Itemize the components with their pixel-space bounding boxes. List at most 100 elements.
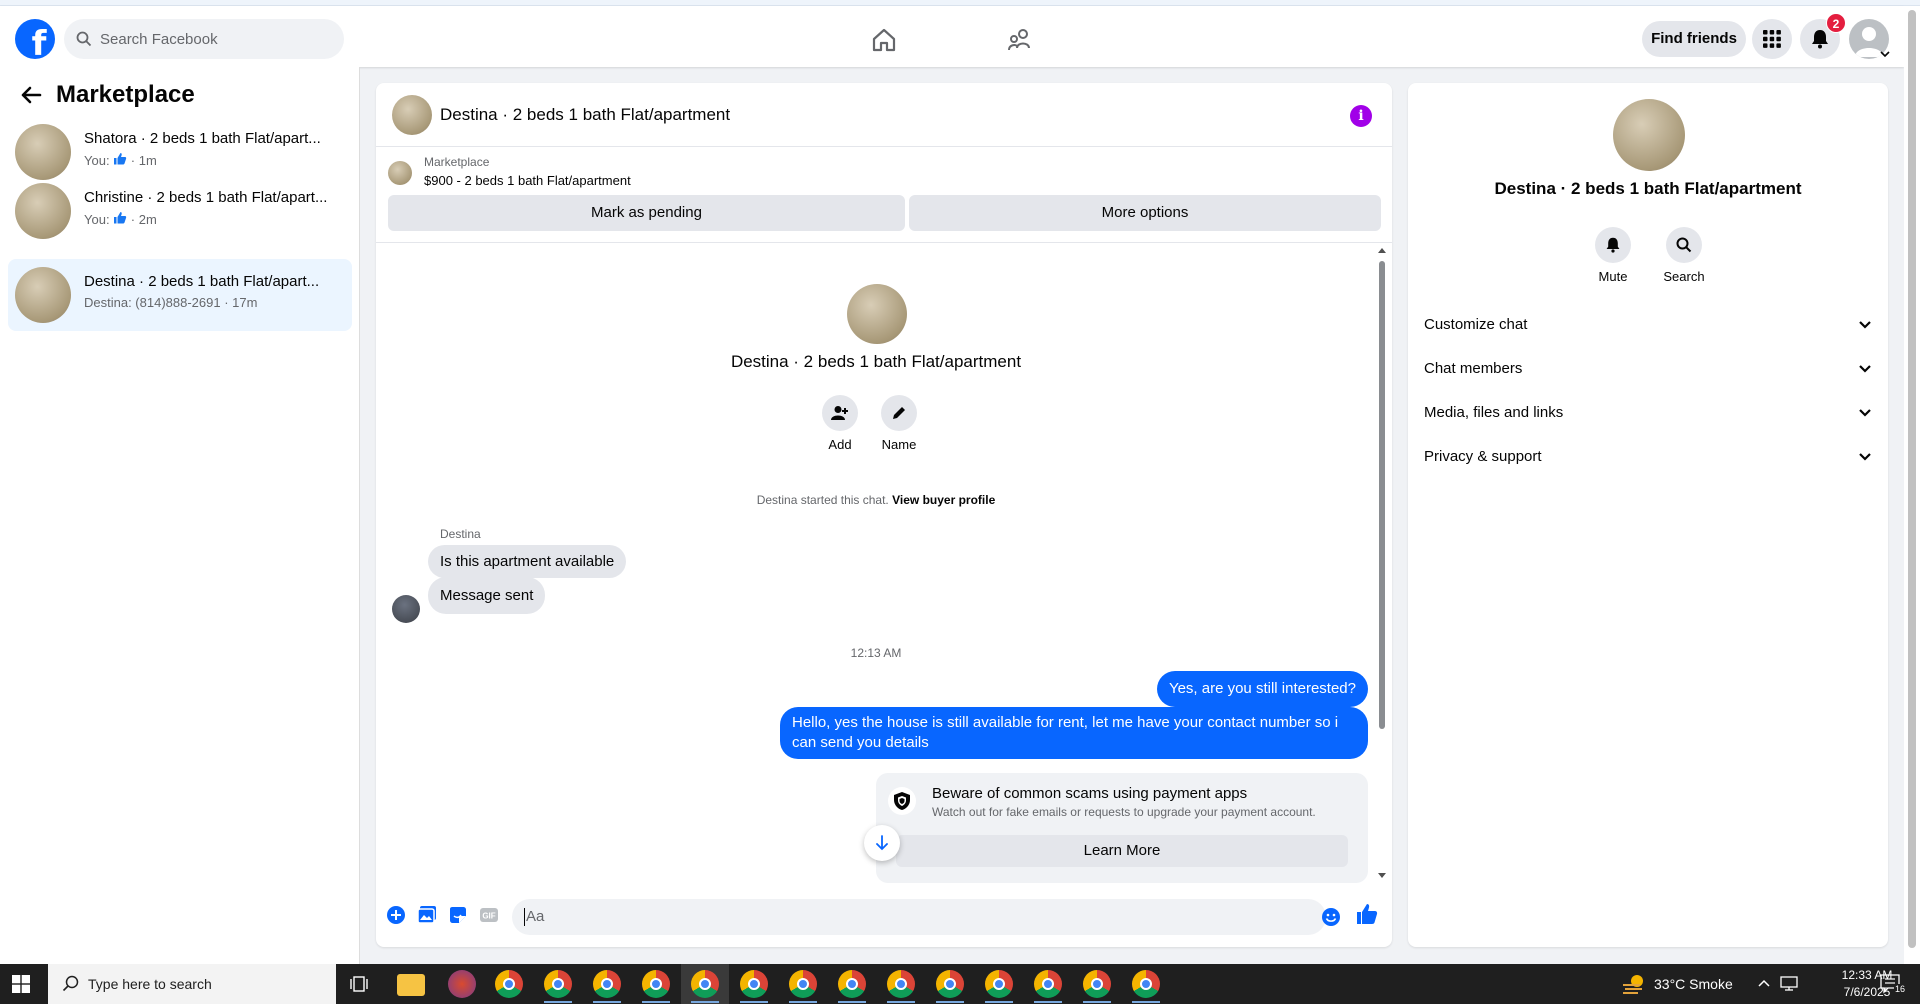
page-scrollbar-thumb[interactable] xyxy=(1908,10,1916,948)
outgoing-message[interactable]: Hello, yes the house is still available … xyxy=(780,707,1368,759)
section-label: Customize chat xyxy=(1424,316,1528,333)
snippet-time: · 17m xyxy=(220,295,258,310)
notification-badge: 2 xyxy=(1826,13,1846,33)
listing-price-title[interactable]: $900 - 2 beds 1 bath Flat/apartment xyxy=(424,173,631,188)
snippet-prefix: You: xyxy=(84,153,110,168)
file-explorer-icon[interactable] xyxy=(397,974,425,996)
chrome-icon[interactable] xyxy=(593,970,621,998)
add-people-action[interactable]: Add xyxy=(810,395,870,452)
conversation-item-active[interactable]: Destina · 2 beds 1 bath Flat/apart... De… xyxy=(8,259,352,331)
running-indicator xyxy=(789,1001,817,1003)
listing-banner: Marketplace $900 - 2 beds 1 bath Flat/ap… xyxy=(376,147,1392,243)
grid-menu-icon xyxy=(1763,30,1781,48)
running-indicator xyxy=(691,1001,719,1003)
section-label: Privacy & support xyxy=(1424,448,1542,465)
account-chevron-icon[interactable] xyxy=(1880,50,1890,58)
gif-icon[interactable]: GIF xyxy=(479,905,499,925)
chevron-up-icon[interactable] xyxy=(1758,979,1770,987)
windows-start-icon[interactable] xyxy=(12,975,30,993)
more-options-button[interactable]: More options xyxy=(909,195,1381,231)
bell-icon xyxy=(1606,237,1620,253)
outgoing-message[interactable]: Yes, are you still interested? xyxy=(1156,671,1368,707)
message-composer: GIF Aa xyxy=(376,883,1392,947)
running-indicator xyxy=(642,1001,670,1003)
chat-title[interactable]: Destina · 2 beds 1 bath Flat/apartment xyxy=(440,105,730,125)
chrome-icon[interactable] xyxy=(495,970,523,998)
search-conversation-action[interactable]: Search xyxy=(1649,227,1719,284)
search-facebook-input[interactable]: Search Facebook xyxy=(64,19,344,59)
find-friends-button[interactable]: Find friends xyxy=(1642,21,1746,57)
chrome-icon[interactable] xyxy=(642,970,670,998)
listing-thumbnail xyxy=(388,161,412,185)
chrome-icon[interactable] xyxy=(691,970,719,998)
running-indicator xyxy=(740,1001,768,1003)
edit-name-action[interactable]: Name xyxy=(869,395,929,452)
thumbs-up-icon xyxy=(114,153,127,165)
mark-as-pending-button[interactable]: Mark as pending xyxy=(388,195,905,231)
shield-icon xyxy=(894,792,910,810)
chrome-icon[interactable] xyxy=(1132,970,1160,998)
emoji-icon[interactable] xyxy=(1321,907,1341,927)
search-icon xyxy=(1676,237,1692,253)
menu-button[interactable] xyxy=(1752,19,1792,59)
facebook-logo[interactable]: f xyxy=(15,19,55,59)
privacy-support-section[interactable]: Privacy & support xyxy=(1424,439,1872,475)
sticker-icon[interactable] xyxy=(448,905,468,925)
chrome-icon[interactable] xyxy=(740,970,768,998)
chevron-down-icon xyxy=(1859,453,1871,461)
running-indicator xyxy=(887,1001,915,1003)
learn-more-button[interactable]: Learn More xyxy=(896,835,1348,867)
plus-circle-icon[interactable] xyxy=(386,905,406,925)
chrome-icon[interactable] xyxy=(1083,970,1111,998)
scroll-to-bottom-button[interactable] xyxy=(864,825,900,861)
weather-text[interactable]: 33°C Smoke xyxy=(1654,964,1733,1004)
message-input[interactable]: Aa xyxy=(512,899,1326,935)
chat-scrollbar[interactable] xyxy=(1376,247,1388,883)
network-icon[interactable] xyxy=(1780,976,1798,992)
home-icon[interactable] xyxy=(870,26,898,54)
conversation-item[interactable]: Christine · 2 beds 1 bath Flat/apart... … xyxy=(8,175,352,247)
chrome-icon[interactable] xyxy=(936,970,964,998)
snippet-prefix: Destina: (814)888-2691 xyxy=(84,295,221,310)
chrome-icon[interactable] xyxy=(887,970,915,998)
logo-letter: f xyxy=(31,24,47,59)
intro-title: Destina · 2 beds 1 bath Flat/apartment xyxy=(730,352,1022,371)
like-icon[interactable] xyxy=(1356,903,1378,925)
customize-chat-section[interactable]: Customize chat xyxy=(1424,307,1872,343)
back-arrow-icon[interactable] xyxy=(20,85,42,105)
chat-scrollbar-thumb[interactable] xyxy=(1379,261,1385,729)
conversation-title: Christine · 2 beds 1 bath Flat/apart... xyxy=(84,189,328,206)
name-label: Name xyxy=(881,437,917,452)
message-placeholder: Aa xyxy=(526,908,545,925)
details-title: Destina · 2 beds 1 bath Flat/apartment xyxy=(1494,179,1802,198)
chat-header: Destina · 2 beds 1 bath Flat/apartment i xyxy=(376,83,1392,147)
incoming-message[interactable]: Is this apartment available xyxy=(428,545,627,578)
mute-action[interactable]: Mute xyxy=(1578,227,1648,284)
media-files-links-section[interactable]: Media, files and links xyxy=(1424,395,1872,431)
info-icon[interactable]: i xyxy=(1350,105,1372,127)
weather-icon[interactable] xyxy=(1622,973,1646,995)
chat-members-section[interactable]: Chat members xyxy=(1424,351,1872,387)
running-indicator xyxy=(936,1001,964,1003)
chrome-icon[interactable] xyxy=(1034,970,1062,998)
scroll-up-icon[interactable] xyxy=(1378,247,1386,253)
chrome-icon[interactable] xyxy=(544,970,572,998)
friends-icon[interactable] xyxy=(1006,26,1034,54)
conversation-snippet: You: · 2m xyxy=(84,211,157,227)
chat-avatar[interactable] xyxy=(392,95,432,135)
snippet-prefix: You: xyxy=(84,212,110,227)
chrome-icon[interactable] xyxy=(985,970,1013,998)
search-placeholder: Search Facebook xyxy=(100,30,218,48)
chrome-icon[interactable] xyxy=(789,970,817,998)
scroll-down-icon[interactable] xyxy=(1378,873,1386,879)
paint-app-icon[interactable] xyxy=(448,970,476,998)
taskbar-search-input[interactable]: Type here to search xyxy=(48,964,336,1004)
incoming-message[interactable]: Message sent xyxy=(428,577,546,614)
page-scrollbar[interactable] xyxy=(1904,6,1920,964)
sender-avatar[interactable] xyxy=(392,595,420,623)
chrome-icon[interactable] xyxy=(838,970,866,998)
view-buyer-profile-link[interactable]: View buyer profile xyxy=(892,493,995,507)
photo-icon[interactable] xyxy=(417,905,437,925)
task-view-icon[interactable] xyxy=(350,976,368,992)
arrow-down-icon xyxy=(876,835,888,851)
